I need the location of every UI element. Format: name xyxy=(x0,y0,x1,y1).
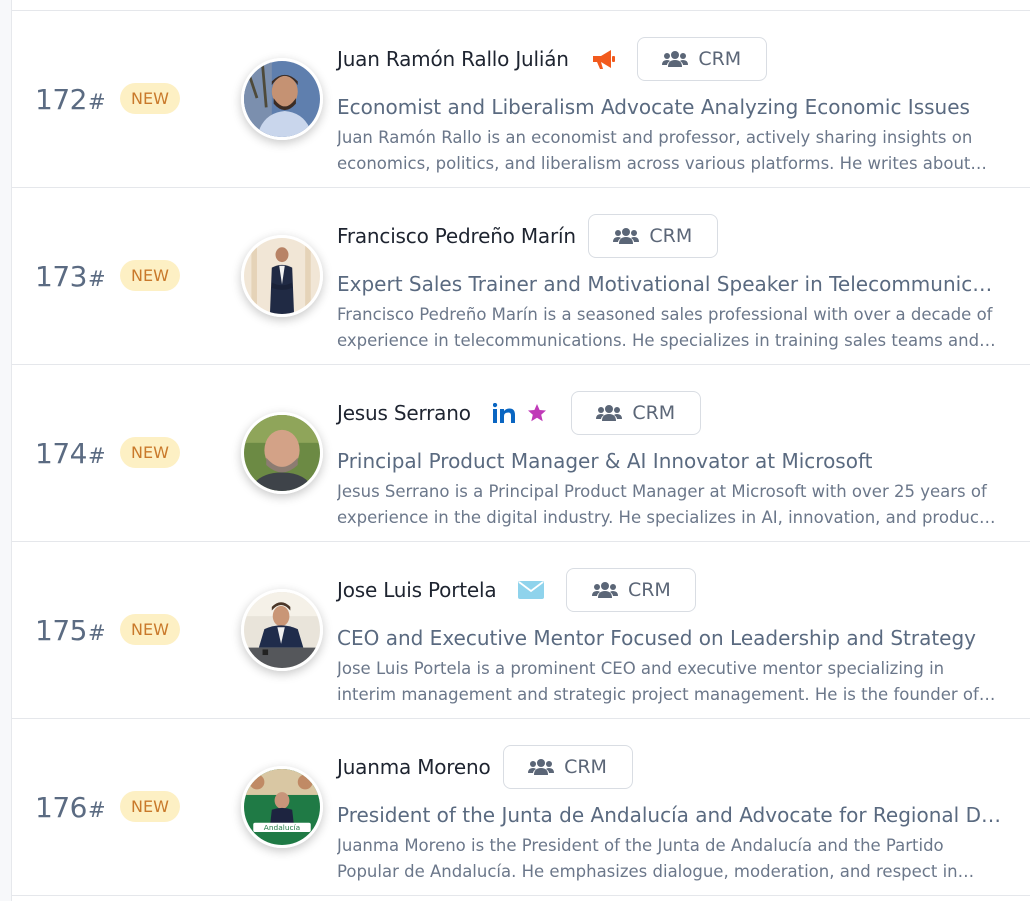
avatar-photo xyxy=(244,592,320,668)
envelope-icon[interactable] xyxy=(518,581,545,599)
new-badge: NEW xyxy=(120,437,180,468)
description: Juanma Moreno is the President of the Ju… xyxy=(337,836,958,881)
headline: Economist and Liberalism Advocate Analyz… xyxy=(337,95,970,119)
rank-number: 175# xyxy=(35,614,106,647)
avatar[interactable] xyxy=(241,58,323,140)
description: Jesus Serrano is a Principal Product Man… xyxy=(337,482,987,527)
crm-label: CRM xyxy=(649,225,693,247)
new-badge: NEW xyxy=(120,260,180,291)
rank-number: 174# xyxy=(35,437,106,470)
description: Francisco Pedreño Marín is a seasoned sa… xyxy=(337,305,993,350)
avatar[interactable] xyxy=(241,235,323,317)
headline: Expert Sales Trainer and Motivational Sp… xyxy=(337,272,1002,296)
svg-text:Andalucía: Andalucía xyxy=(264,823,300,832)
name-line: Jesus Serrano CRM xyxy=(337,390,701,436)
new-badge: NEW xyxy=(120,791,180,822)
avatar-photo: Andalucía xyxy=(244,769,320,845)
person-name[interactable]: Jose Luis Portela xyxy=(337,578,497,602)
crm-button[interactable]: CRM xyxy=(502,745,633,789)
users-icon xyxy=(613,228,640,244)
rank-number: 176# xyxy=(35,791,106,824)
new-badge: NEW xyxy=(120,83,180,114)
crm-button[interactable]: CRM xyxy=(566,568,697,612)
new-badge: NEW xyxy=(120,614,180,645)
name-line: Francisco Pedreño Marín CRM xyxy=(337,213,718,259)
rank-number: 172# xyxy=(35,83,106,116)
headline: President of the Junta de Andalucía and … xyxy=(337,803,1002,827)
list-item[interactable]: 175# NEW Jose Luis Portela CRM CEO and E… xyxy=(12,542,1030,719)
avatar-photo xyxy=(244,61,320,137)
avatar[interactable]: Andalucía xyxy=(241,766,323,848)
crm-button[interactable]: CRM xyxy=(636,37,767,81)
crm-button[interactable]: CRM xyxy=(587,214,718,258)
crm-label: CRM xyxy=(698,48,742,70)
avatar-photo xyxy=(244,238,320,314)
star-icon[interactable] xyxy=(527,403,547,423)
crm-label: CRM xyxy=(564,756,607,778)
headline: Principal Product Manager & AI Innovator… xyxy=(337,449,873,473)
users-icon xyxy=(596,405,623,421)
list-item[interactable]: 172# NEW Juan Ramón Rallo Julián CRM Eco… xyxy=(12,11,1030,188)
users-icon xyxy=(528,759,555,775)
name-line: Juan Ramón Rallo Julián CRM xyxy=(337,36,767,82)
crm-label: CRM xyxy=(632,402,676,424)
megaphone-icon[interactable] xyxy=(591,48,617,70)
person-name[interactable]: Jesus Serrano xyxy=(337,401,471,425)
list-item[interactable]: 174# NEW Jesus Serrano CRM Principal Pro… xyxy=(12,365,1030,542)
left-rail xyxy=(0,0,12,901)
name-line: Jose Luis Portela CRM xyxy=(337,567,697,613)
description: Juan Ramón Rallo is an economist and pro… xyxy=(337,128,973,173)
person-name[interactable]: Juanma Moreno xyxy=(337,755,491,779)
list-item[interactable]: 173# NEW Francisco Pedreño Marín CRM Exp… xyxy=(12,188,1030,365)
people-list: 172# NEW Juan Ramón Rallo Julián CRM Eco… xyxy=(12,10,1030,896)
crm-label: CRM xyxy=(627,579,671,601)
avatar-photo xyxy=(244,415,320,491)
crm-button[interactable]: CRM xyxy=(570,391,701,435)
headline: CEO and Executive Mentor Focused on Lead… xyxy=(337,626,977,650)
avatar[interactable] xyxy=(241,589,323,671)
avatar[interactable] xyxy=(241,412,323,494)
users-icon xyxy=(662,51,689,67)
person-name[interactable]: Juan Ramón Rallo Julián xyxy=(337,47,569,71)
users-icon xyxy=(591,582,618,598)
description: Jose Luis Portela is a prominent CEO and… xyxy=(337,659,979,704)
linkedin-icon[interactable] xyxy=(492,403,515,423)
rank-number: 173# xyxy=(35,260,106,293)
list-item[interactable]: 176# NEW Andalucía Juanma Moreno CRM Pre… xyxy=(12,719,1030,896)
person-name[interactable]: Francisco Pedreño Marín xyxy=(337,224,576,248)
name-line: Juanma Moreno CRM xyxy=(337,744,633,790)
